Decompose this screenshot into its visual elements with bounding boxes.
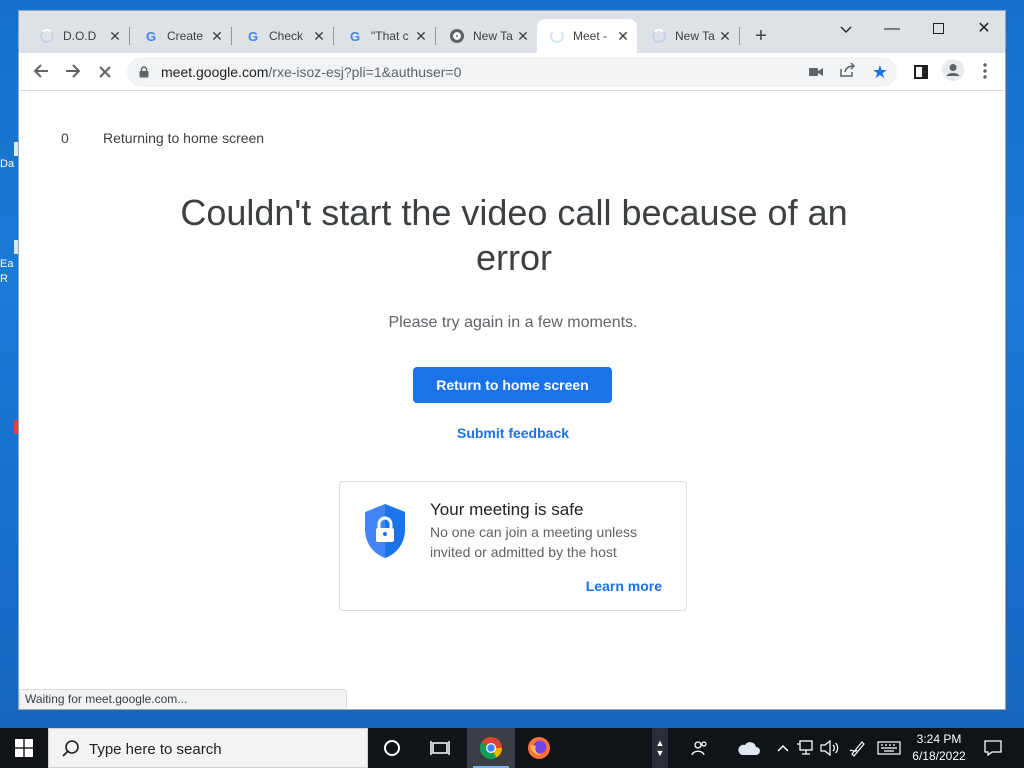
desktop-icon-label: Da: [0, 158, 15, 170]
side-panel-icon[interactable]: [907, 59, 935, 87]
tab-title: Create: [167, 29, 204, 43]
tab-check[interactable]: G Check ✕: [233, 19, 333, 53]
tab-strip: D.O.D ✕ G Create ✕ G Check ✕ G "That c ✕…: [19, 11, 1005, 53]
clock-time: 3:24 PM: [916, 732, 962, 746]
tab-meet[interactable]: Meet - ✕: [537, 19, 637, 53]
safe-card-title: Your meeting is safe: [430, 500, 584, 519]
start-button[interactable]: [0, 728, 48, 768]
error-subtext: Please try again in a few moments.: [388, 314, 638, 331]
tray-expand-chevron-icon[interactable]: [774, 728, 792, 768]
tab-title: D.O.D: [63, 29, 97, 43]
tab-title: New Ta: [473, 29, 513, 43]
profile-avatar[interactable]: [939, 59, 967, 87]
tab-new-tab-2[interactable]: New Ta ✕: [639, 19, 739, 53]
taskbar-scroll-arrows[interactable]: ▲ ▼: [652, 728, 668, 768]
chrome-icon: [449, 28, 465, 44]
close-icon[interactable]: ✕: [615, 28, 631, 45]
search-icon: [62, 740, 79, 757]
windows-taskbar: Type here to search ▲ ▼ 3:24 PM 6/18/202…: [0, 728, 1024, 768]
url-host: meet.google.com: [161, 64, 269, 80]
clock-date: 6/18/2022: [912, 749, 966, 763]
tab-title: "That c: [371, 29, 409, 43]
tab-dod[interactable]: D.O.D ✕: [27, 19, 129, 53]
close-icon[interactable]: ✕: [413, 28, 429, 45]
browser-toolbar: meet.google.com/rxe-isoz-esj?pli=1&authu…: [19, 53, 1005, 91]
tab-create[interactable]: G Create ✕: [131, 19, 231, 53]
volume-icon[interactable]: [818, 728, 842, 768]
pen-workspace-icon[interactable]: [846, 728, 870, 768]
shield-lock-icon: [365, 504, 405, 558]
network-icon[interactable]: [794, 728, 816, 768]
safe-card-description: No one can join a meeting unless invited…: [430, 524, 638, 560]
close-window-button[interactable]: ✕: [961, 15, 1005, 43]
meeting-safe-card: Your meeting is safe No one can join a m…: [339, 481, 687, 611]
close-icon[interactable]: ✕: [515, 28, 531, 45]
close-icon[interactable]: ✕: [311, 28, 327, 45]
spinner-icon: [549, 28, 565, 44]
url-text[interactable]: meet.google.com/rxe-isoz-esj?pli=1&authu…: [161, 64, 461, 80]
address-bar[interactable]: meet.google.com/rxe-isoz-esj?pli=1&authu…: [127, 57, 897, 87]
firefox-taskbar-icon[interactable]: [515, 728, 563, 768]
notifications-icon[interactable]: [978, 728, 1008, 768]
submit-feedback-text[interactable]: Submit feedback: [457, 425, 569, 441]
taskbar-clock[interactable]: 3:24 PM 6/18/2022: [896, 731, 982, 765]
bookmark-star-icon[interactable]: ★: [869, 62, 891, 82]
page-content: 0 Returning to home screen Couldn't star…: [19, 92, 1005, 709]
minimize-button[interactable]: —: [869, 15, 915, 43]
google-icon: G: [247, 28, 259, 44]
back-button[interactable]: [27, 59, 55, 87]
tab-title: New Ta: [675, 29, 715, 43]
tab-title: Check: [269, 29, 304, 43]
submit-feedback-link: Submit feedback: [19, 425, 1005, 441]
browser-window: D.O.D ✕ G Create ✕ G Check ✕ G "That c ✕…: [18, 10, 1006, 710]
lock-icon[interactable]: [139, 66, 149, 78]
google-icon: G: [349, 28, 361, 44]
camera-icon[interactable]: [805, 62, 827, 82]
tab-search-chevron-icon[interactable]: [823, 15, 869, 43]
learn-more-link[interactable]: Learn more: [586, 578, 662, 594]
menu-kebab-icon[interactable]: [971, 59, 999, 87]
task-view-icon[interactable]: [416, 728, 464, 768]
countdown-label: Returning to home screen: [103, 130, 265, 146]
forward-button[interactable]: [59, 59, 87, 87]
search-placeholder: Type here to search: [89, 741, 222, 758]
windows-logo-icon: [15, 739, 33, 757]
tab-title: Meet -: [573, 29, 608, 43]
spinner-icon: [39, 28, 55, 44]
close-icon[interactable]: ✕: [107, 28, 123, 45]
spinner-icon: [651, 28, 667, 44]
taskbar-search-box[interactable]: Type here to search: [48, 728, 368, 768]
cortana-icon[interactable]: [368, 728, 416, 768]
people-icon[interactable]: [682, 728, 718, 768]
maximize-button[interactable]: [915, 15, 961, 43]
onedrive-cloud-icon[interactable]: [730, 728, 766, 768]
return-home-button[interactable]: Return to home screen: [413, 367, 612, 403]
stop-loading-button[interactable]: [91, 59, 119, 87]
loading-status-bubble: Waiting for meet.google.com...: [19, 689, 347, 709]
countdown-number: 0: [61, 130, 69, 146]
chrome-taskbar-icon[interactable]: [467, 728, 515, 768]
google-icon: G: [145, 28, 157, 44]
desktop-icon-label: Ea: [0, 258, 14, 270]
new-tab-button[interactable]: +: [749, 25, 773, 49]
tab-new-tab[interactable]: New Ta ✕: [437, 19, 537, 53]
error-heading: Couldn't start the video call because of…: [180, 192, 848, 278]
close-icon[interactable]: ✕: [209, 28, 225, 45]
url-path: /rxe-isoz-esj?pli=1&authuser=0: [268, 64, 462, 80]
desktop-icon-label: R: [0, 273, 8, 285]
close-icon[interactable]: ✕: [717, 28, 733, 45]
share-icon[interactable]: [837, 62, 859, 82]
tab-that[interactable]: G "That c ✕: [335, 19, 435, 53]
